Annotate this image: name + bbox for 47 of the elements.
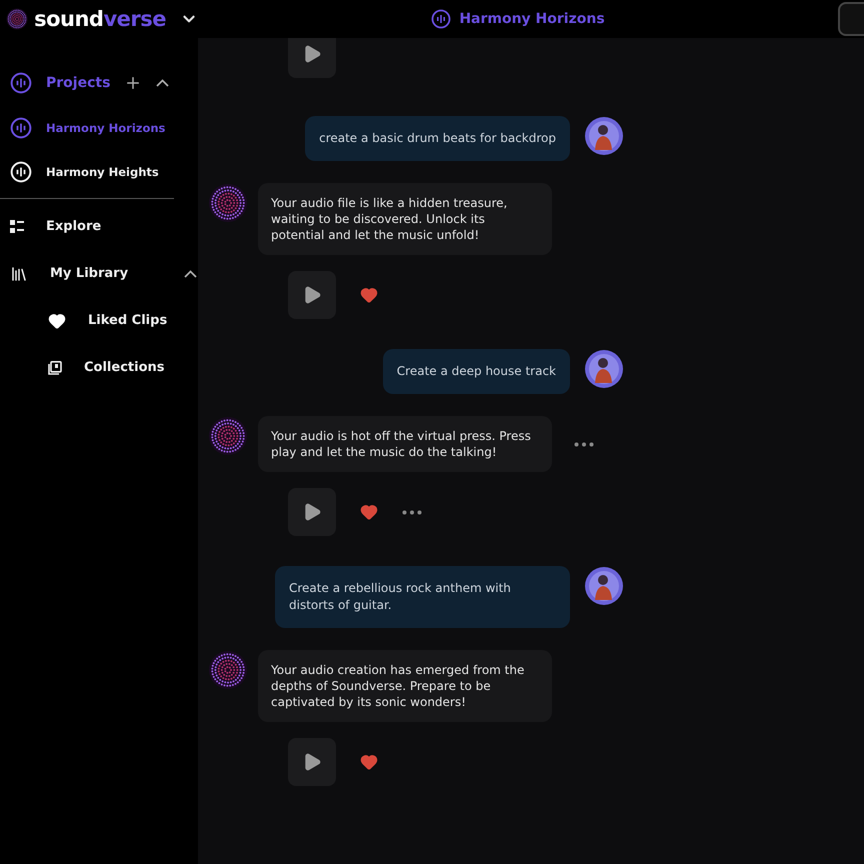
projects-link[interactable]: Projects: [46, 75, 110, 91]
collection-icon: [48, 360, 62, 374]
more-icon: [574, 442, 594, 446]
grid-list-icon: [10, 220, 24, 234]
nav-item[interactable]: Explore: [46, 219, 102, 234]
play-button[interactable]: [288, 271, 336, 319]
reply-message: Your audio file is like a hidden treasure, waiting to be discovered. Unlock its potential and let the music unfold!: [258, 183, 552, 255]
more-icon: [402, 510, 422, 514]
user-avatar: [584, 116, 624, 156]
chevron-up-icon: [184, 270, 198, 278]
nav-item[interactable]: Collections: [84, 360, 165, 375]
more-button[interactable]: [402, 510, 422, 514]
heart-icon: [360, 503, 378, 521]
user-avatar: [584, 349, 624, 389]
library-icon: [10, 264, 28, 282]
play-button[interactable]: [288, 38, 336, 78]
like-button[interactable]: [360, 753, 378, 771]
project-item[interactable]: Harmony Horizons: [46, 121, 166, 135]
nav-item[interactable]: Liked Clips: [88, 313, 168, 328]
user-avatar: [584, 566, 624, 606]
play-button[interactable]: [288, 488, 336, 536]
project-item[interactable]: Harmony Heights: [46, 165, 159, 179]
play-button[interactable]: [288, 738, 336, 786]
like-button[interactable]: [360, 503, 378, 521]
project-icon: [10, 161, 32, 183]
prompt-message: Create a deep house track: [382, 349, 570, 394]
bot-avatar: [208, 650, 248, 690]
heart-icon: [48, 312, 66, 330]
heart-icon: [360, 753, 378, 771]
nav-item[interactable]: My Library: [50, 266, 128, 281]
brand-wordmark: soundverse: [34, 7, 166, 31]
more-button[interactable]: [574, 442, 594, 446]
project-icon: [10, 117, 32, 139]
prompt-message: create a basic drum beats for backdrop: [305, 116, 570, 161]
collapse-button[interactable]: [184, 270, 198, 278]
heart-icon: [360, 286, 378, 304]
chevron-up-icon: [156, 79, 170, 87]
like-button[interactable]: [360, 286, 378, 304]
reply-message: Your audio creation has emerged from the depths of Soundverse. Prepare to be captivated by its sonic wonders!: [258, 650, 552, 722]
bot-avatar: [208, 183, 248, 223]
bot-avatar: [208, 416, 248, 456]
project-icon: [431, 9, 452, 29]
reply-message: Your audio is hot off the virtual press. Press play and let the music do the talking!: [258, 416, 552, 472]
collapse-button[interactable]: [156, 79, 170, 87]
project-title: Harmony Horizons: [459, 11, 605, 27]
prompt-message: Create a rebellious rock anthem with distorts of guitar.: [275, 566, 570, 628]
project-icon: [10, 72, 32, 94]
